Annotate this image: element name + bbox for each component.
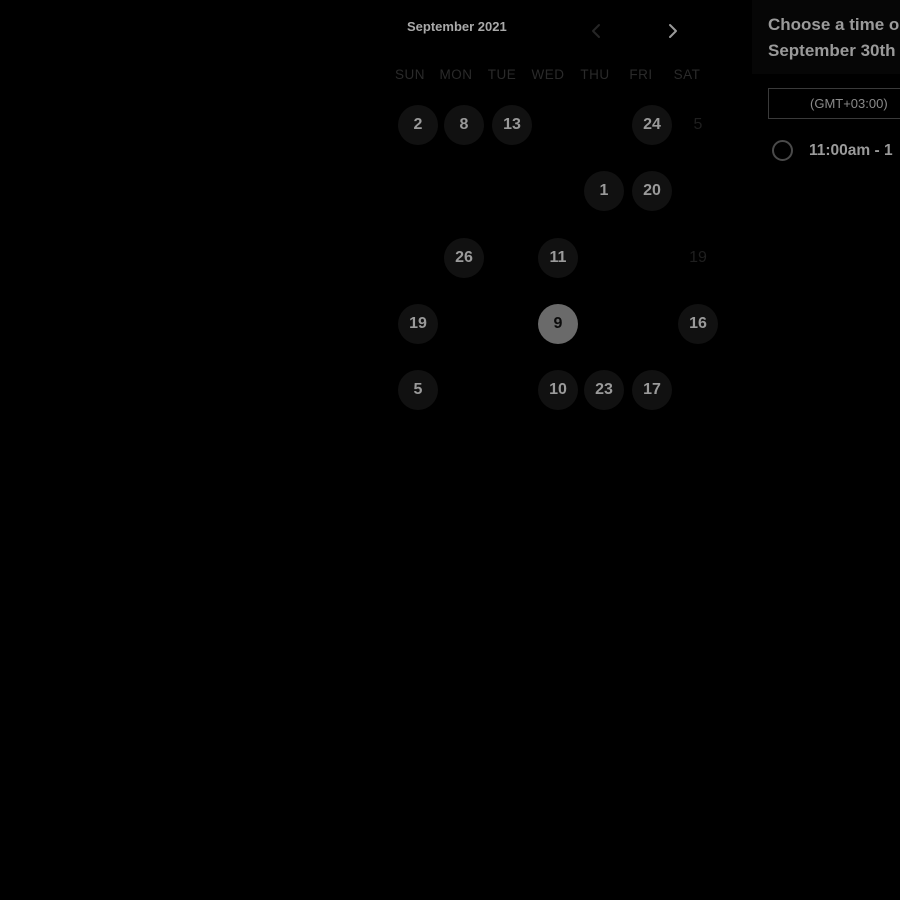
- time-slot[interactable]: 11:00am - 1: [772, 140, 893, 161]
- calendar-day[interactable]: 23: [584, 370, 624, 410]
- calendar-day: [492, 238, 532, 278]
- calendar-day[interactable]: 17: [632, 370, 672, 410]
- calendar-day[interactable]: 8: [444, 105, 484, 145]
- weekday-fri: FRI: [629, 67, 653, 82]
- calendar-day[interactable]: 24: [632, 105, 672, 145]
- weekday-tue: TUE: [487, 67, 517, 82]
- calendar-day[interactable]: 26: [444, 238, 484, 278]
- weekday-wed: WED: [531, 67, 565, 82]
- time-panel-heading: Choose a time on September 30th: [768, 12, 900, 64]
- calendar-day: [632, 238, 672, 278]
- time-slot-label: 11:00am - 1: [809, 141, 893, 159]
- calendar-day[interactable]: 13: [492, 105, 532, 145]
- calendar-day[interactable]: 19: [398, 304, 438, 344]
- calendar-day: [492, 171, 532, 211]
- calendar-day[interactable]: 2: [398, 105, 438, 145]
- calendar-day: [632, 304, 672, 344]
- calendar-day: [584, 238, 624, 278]
- calendar-day: [678, 171, 718, 211]
- selected-day[interactable]: 9: [538, 304, 578, 344]
- time-heading-line-1: Choose a time on: [768, 15, 900, 34]
- calendar-day: [492, 304, 532, 344]
- calendar-day: [444, 370, 484, 410]
- radio-circle-icon: [772, 140, 793, 161]
- calendar-day: [444, 171, 484, 211]
- calendar-day: 19: [689, 249, 707, 266]
- weekday-sun: SUN: [394, 67, 425, 82]
- calendar-day: [538, 105, 578, 145]
- calendar-day[interactable]: 10: [538, 370, 578, 410]
- scheduler-page: September 2021 SUN MON TUE WED THU FRI S…: [0, 0, 900, 900]
- month-label: September 2021: [407, 19, 507, 34]
- calendar-day[interactable]: 20: [632, 171, 672, 211]
- calendar-day[interactable]: 5: [398, 370, 438, 410]
- calendar-day: 5: [693, 116, 703, 133]
- calendar-day[interactable]: 11: [538, 238, 578, 278]
- calendar-day: [678, 370, 718, 410]
- weekday-thu: THU: [580, 67, 610, 82]
- timezone-select[interactable]: (GMT+03:00): [768, 88, 900, 119]
- calendar-day[interactable]: 16: [678, 304, 718, 344]
- time-heading-line-2: September 30th: [768, 41, 896, 60]
- calendar-day: [584, 304, 624, 344]
- calendar-day: [444, 304, 484, 344]
- calendar-day[interactable]: 1: [584, 171, 624, 211]
- chevron-right-icon: [669, 24, 677, 38]
- calendar-day: [492, 370, 532, 410]
- next-month-button[interactable]: [662, 20, 684, 42]
- weekday-sat: SAT: [673, 67, 701, 82]
- calendar-day: [584, 105, 624, 145]
- weekday-mon: MON: [439, 67, 473, 82]
- chevron-left-icon: [592, 24, 600, 38]
- previous-month-button[interactable]: [585, 20, 607, 42]
- calendar-day: [398, 171, 438, 211]
- calendar-day: [538, 171, 578, 211]
- calendar-day: [398, 238, 438, 278]
